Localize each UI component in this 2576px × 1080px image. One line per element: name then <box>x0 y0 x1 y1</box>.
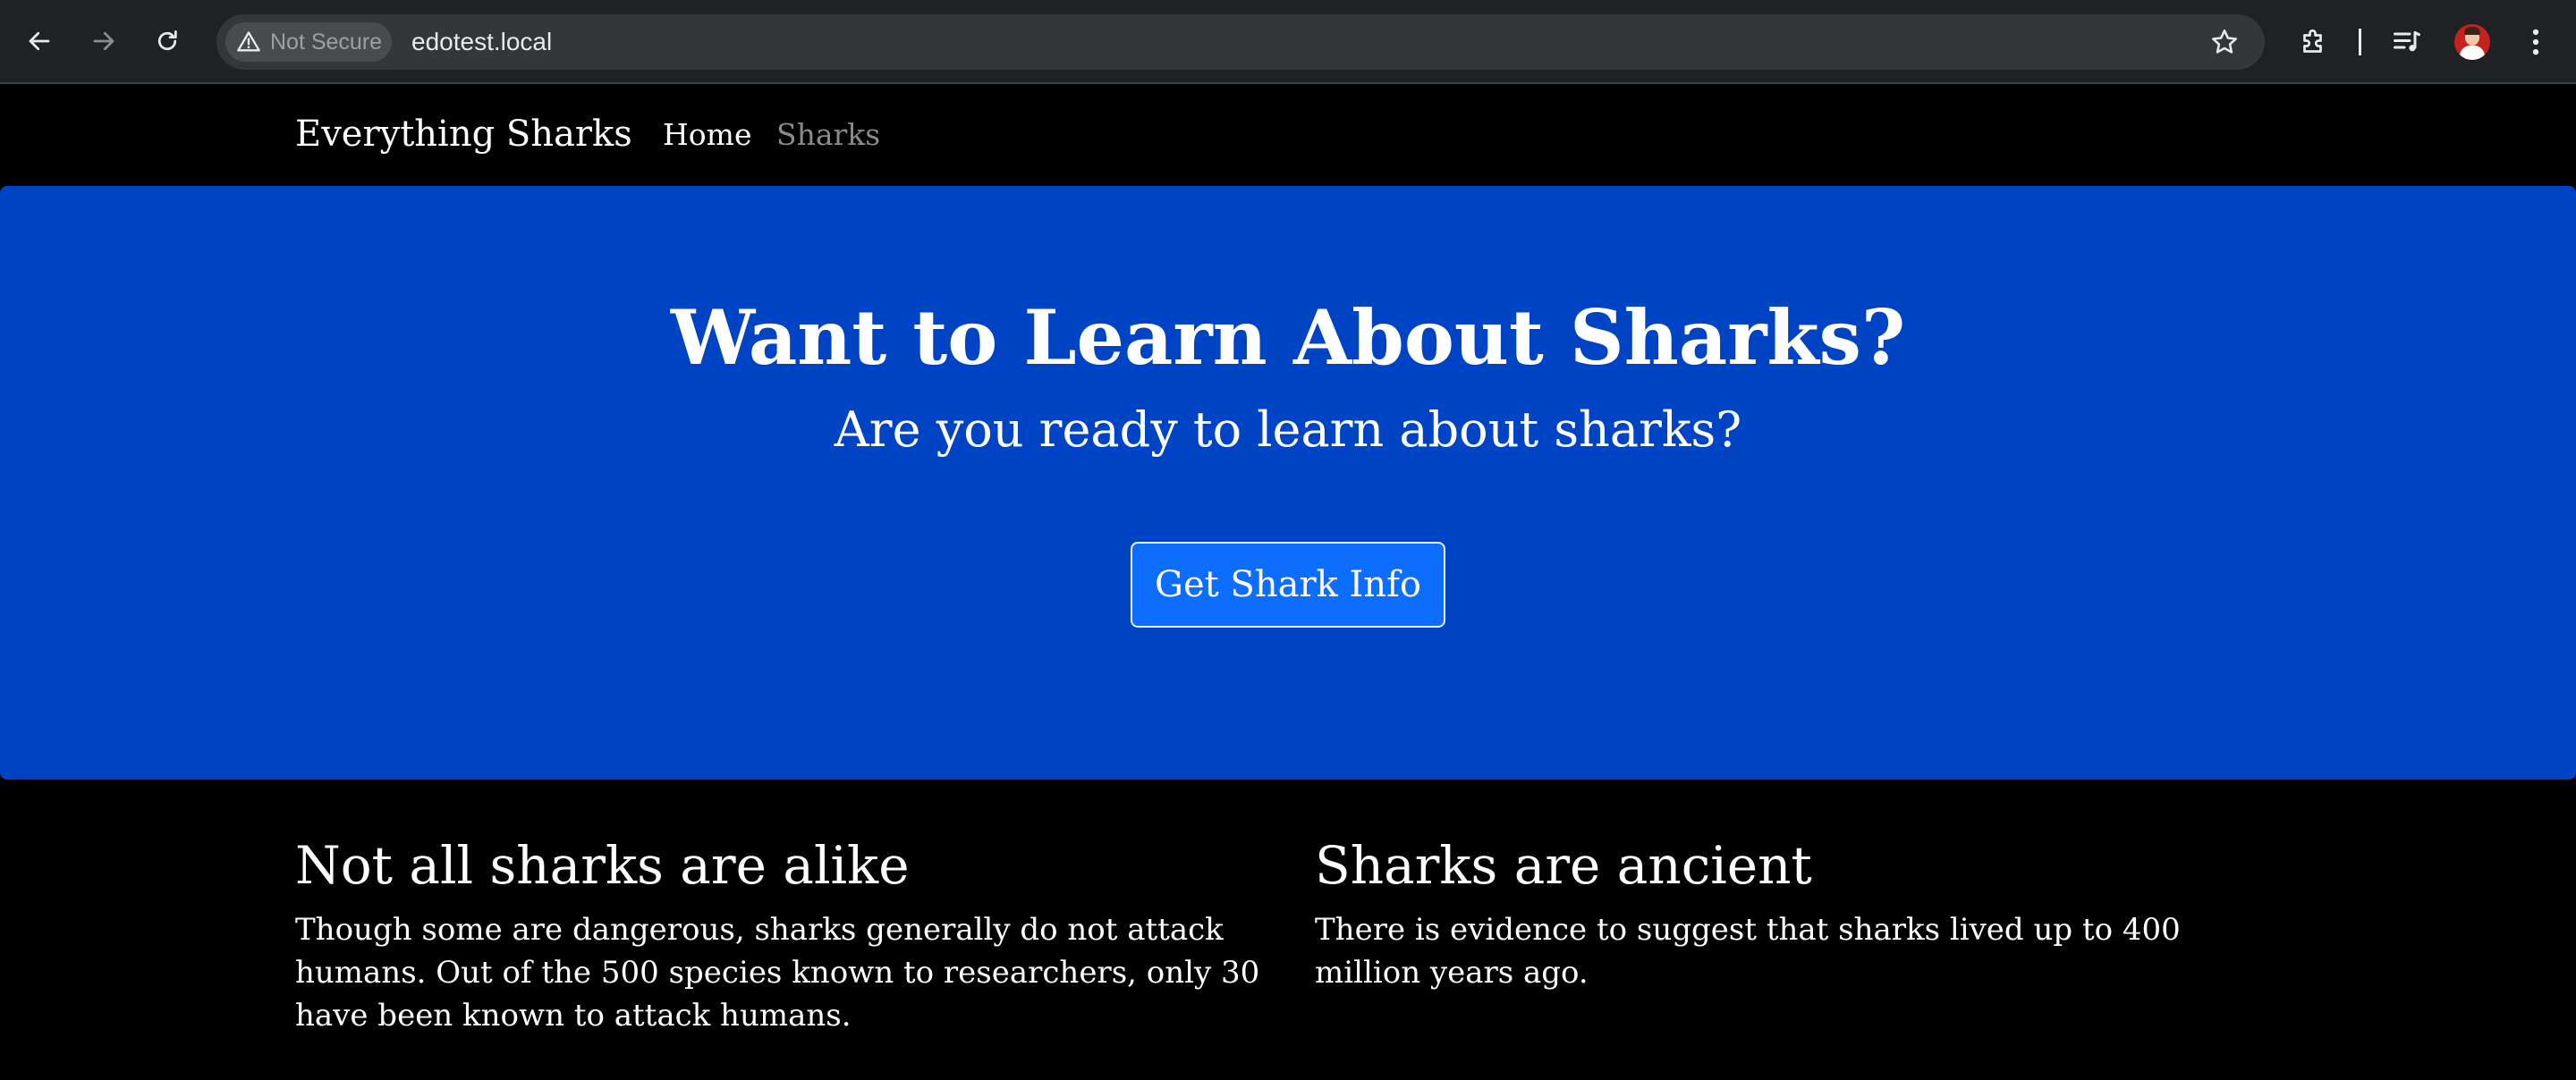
back-button[interactable] <box>19 21 60 62</box>
info-column-alike: Not all sharks are alike Though some are… <box>295 831 1261 1037</box>
reload-button[interactable] <box>147 21 188 62</box>
profile-avatar[interactable] <box>2454 24 2490 60</box>
security-indicator[interactable]: Not Secure <box>225 22 392 62</box>
security-label: Not Secure <box>270 29 383 55</box>
column-body: There is evidence to suggest that sharks… <box>1315 912 2181 991</box>
hero-subtitle: Are you ready to learn about sharks? <box>834 401 1742 458</box>
toolbar-divider <box>2359 29 2361 55</box>
arrow-left-icon <box>29 31 50 51</box>
nav-link-home[interactable]: Home <box>663 114 751 156</box>
media-queue-icon <box>2394 31 2420 52</box>
puzzle-icon <box>2303 29 2322 53</box>
get-shark-info-button[interactable]: Get Shark Info <box>1131 542 1445 628</box>
kebab-menu-icon[interactable] <box>2522 25 2549 59</box>
url-text[interactable]: edotest.local <box>411 14 552 70</box>
avatar-shirt <box>2460 46 2485 60</box>
arrow-right-icon <box>93 31 114 51</box>
media-controls-button[interactable] <box>2388 23 2426 61</box>
forward-button[interactable] <box>83 21 124 62</box>
hero-title: Want to Learn About Sharks? <box>670 293 1906 382</box>
info-column-ancient: Sharks are ancient There is evidence to … <box>1315 831 2281 994</box>
avatar-hair <box>2464 27 2480 35</box>
brand-link[interactable]: Everything Sharks <box>295 111 632 157</box>
column-body: Though some are dangerous, sharks genera… <box>295 912 1260 1034</box>
warning-triangle-icon <box>237 31 260 52</box>
address-bar[interactable]: Not Secure edotest.local <box>216 14 2265 70</box>
column-heading: Not all sharks are alike <box>295 835 910 896</box>
browser-toolbar: Not Secure edotest.local <box>0 0 2576 84</box>
hero-banner: Want to Learn About Sharks? Are you read… <box>0 186 2576 780</box>
column-heading: Sharks are ancient <box>1315 835 1812 896</box>
extensions-button[interactable] <box>2295 23 2333 61</box>
nav-link-sharks[interactable]: Sharks <box>776 114 880 156</box>
star-icon[interactable] <box>2209 27 2240 57</box>
reload-icon <box>157 30 177 51</box>
site-navbar: Everything Sharks Home Sharks <box>0 84 2576 186</box>
